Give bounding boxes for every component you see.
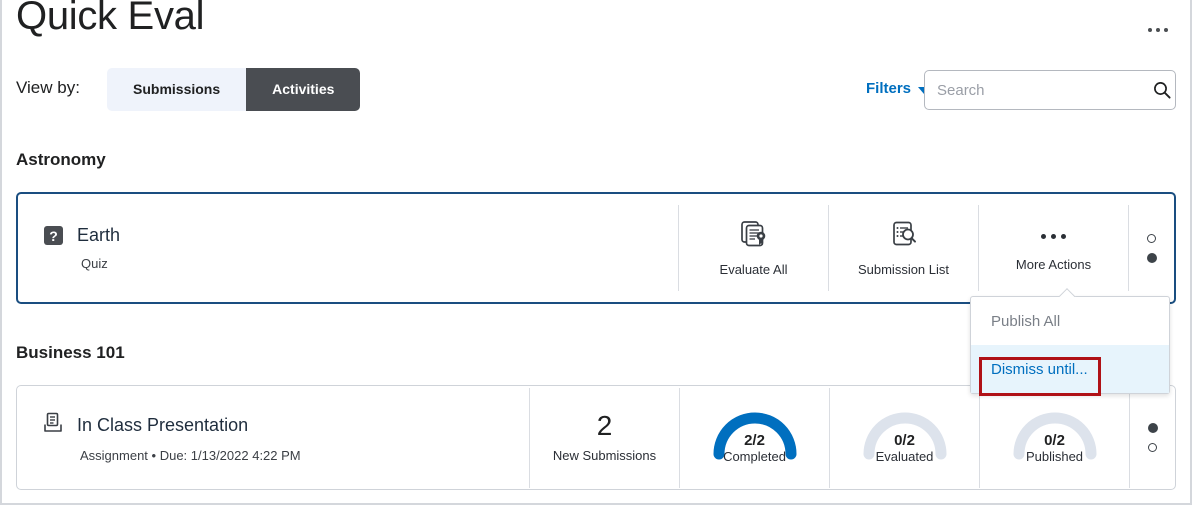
gauge-evaluated: 0/2 Evaluated [858, 407, 952, 469]
documents-award-icon [739, 219, 769, 254]
ellipsis-icon [1041, 225, 1066, 249]
activity-card-earth[interactable]: ? Earth Quiz Evaluate All Submission Lis… [16, 192, 1176, 304]
search-input[interactable] [925, 71, 1148, 109]
dropdown-caret-icon [1059, 288, 1076, 297]
filters-button[interactable]: Filters [866, 80, 930, 97]
new-submissions-label: New Submissions [552, 448, 657, 463]
activity-subtitle: Assignment • Due: 1/13/2022 4:22 PM [80, 448, 301, 463]
pager-dot-hollow-icon[interactable] [1148, 443, 1157, 452]
more-actions-button[interactable]: More Actions [978, 205, 1128, 291]
quiz-icon: ? [44, 226, 63, 245]
menu-item-publish-all[interactable]: Publish All [971, 297, 1169, 345]
activity-pager-dots[interactable] [1129, 387, 1175, 488]
ellipsis-dot [1156, 28, 1160, 32]
activity-subtitle: Quiz [81, 256, 108, 271]
stat-completed: 2/2 Completed [679, 387, 829, 488]
gauge-completed: 2/2 Completed [708, 407, 802, 469]
activity-card-in-class-presentation[interactable]: In Class Presentation Assignment • Due: … [16, 385, 1176, 490]
activity-pager-dots[interactable] [1128, 205, 1174, 291]
ellipsis-dot [1041, 234, 1046, 239]
evaluate-all-button[interactable]: Evaluate All [678, 205, 828, 291]
section-title-business-101: Business 101 [16, 343, 125, 362]
activity-stats: 2 New Submissions 2/2 Completed 0/2 Eval… [529, 386, 1175, 489]
pager-dot-hollow-icon[interactable] [1147, 233, 1156, 243]
completed-fraction: 2/2 [744, 431, 765, 449]
published-label: Published [1025, 449, 1084, 464]
tab-submissions[interactable]: Submissions [107, 68, 247, 111]
section-title-astronomy: Astronomy [16, 150, 106, 169]
completed-label: Completed [723, 449, 786, 464]
view-by-toggle-group: Submissions Activities [107, 68, 361, 111]
activity-actions: Evaluate All Submission List More Action… [678, 194, 1174, 302]
stat-new-submissions: 2 New Submissions [529, 387, 679, 488]
ellipsis-dot [1164, 28, 1168, 32]
search-box[interactable] [924, 70, 1176, 110]
filters-label: Filters [865, 80, 911, 97]
tab-activities[interactable]: Activities [246, 68, 361, 111]
pager-dot-solid-icon[interactable] [1146, 252, 1157, 263]
document-search-icon [889, 219, 919, 254]
evaluated-fraction: 0/2 [894, 431, 915, 449]
stat-evaluated: 0/2 Evaluated [829, 387, 979, 488]
gauge-published: 0/2 Published [1008, 407, 1102, 469]
activity-info: ? Earth Quiz [18, 194, 678, 302]
evaluate-all-label: Evaluate All [719, 262, 788, 277]
pager-dot-solid-icon[interactable] [1147, 423, 1158, 433]
evaluated-label: Evaluated [875, 449, 934, 464]
menu-item-dismiss-until[interactable]: Dismiss until... [971, 345, 1169, 393]
page-overflow-menu-button[interactable] [1140, 18, 1176, 42]
quick-eval-page: Quick Eval View by: Submissions Activiti… [0, 0, 1192, 505]
activity-info: In Class Presentation Assignment • Due: … [17, 386, 529, 489]
activity-title: In Class Presentation [77, 414, 249, 435]
search-icon[interactable] [1148, 71, 1175, 109]
published-fraction: 0/2 [1044, 431, 1065, 449]
more-actions-dropdown: Publish All Dismiss until... [970, 296, 1170, 394]
ellipsis-dot [1061, 234, 1066, 239]
more-actions-label: More Actions [1015, 256, 1092, 272]
new-submissions-count: 2 [596, 410, 613, 441]
submission-list-label: Submission List [857, 262, 950, 277]
submission-list-button[interactable]: Submission List [828, 205, 978, 291]
view-by-label: View by: [16, 78, 80, 97]
page-title: Quick Eval [16, 0, 205, 38]
assignment-inbox-icon [43, 412, 63, 438]
ellipsis-dot [1051, 234, 1056, 239]
stat-published: 0/2 Published [979, 387, 1129, 488]
activity-title: Earth [77, 225, 121, 245]
ellipsis-dot [1148, 28, 1152, 32]
